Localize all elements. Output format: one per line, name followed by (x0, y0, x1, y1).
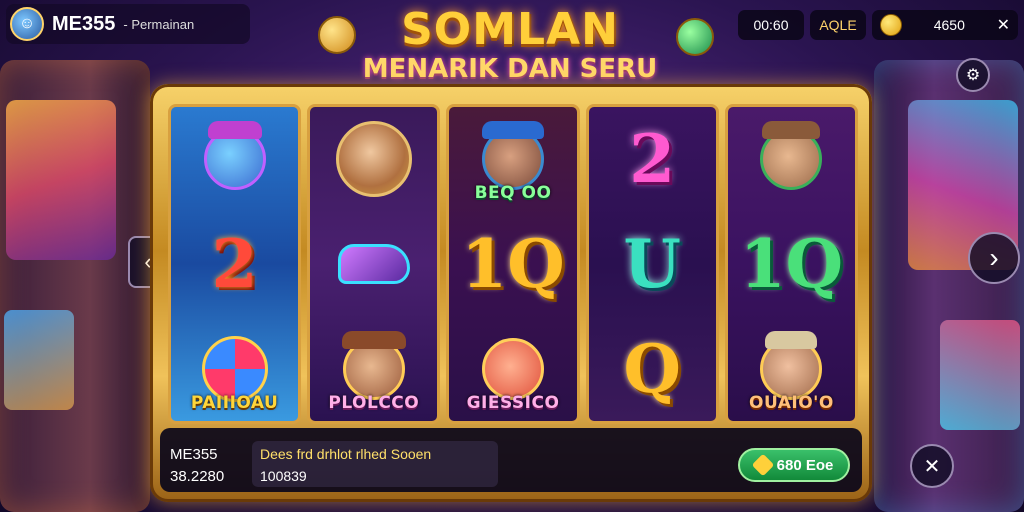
reel-grid: 2 PAIIIOAU PLOLCCO BEQ OO 1Q GIESSICO 2 … (168, 104, 859, 424)
game-tagline: MENARIK DAN SERU (362, 54, 658, 84)
reel-4: 2 U Q (585, 104, 719, 424)
level-badge: AQLE (810, 10, 866, 40)
game-id: ME355 (170, 446, 218, 463)
arcade-cabinet-left (0, 60, 150, 512)
fox-icon (482, 337, 544, 400)
next-button[interactable]: › (968, 232, 1020, 284)
symbol-glyph: 2 (211, 224, 258, 303)
symbol-adventurer: PLOLCCO (326, 321, 422, 417)
timer-display: 00:60 (738, 10, 804, 40)
symbol-glyph: 2 (629, 120, 676, 199)
balance-value: 4650 (933, 17, 965, 33)
arcade-screen (4, 310, 74, 410)
hat-icon (762, 121, 821, 140)
arcade-cabinet-right (874, 60, 1024, 512)
brand-title: ME355 (52, 12, 116, 35)
hat-icon (207, 121, 262, 140)
symbol-glyph: 1Q (739, 224, 844, 303)
avatar[interactable]: ☺ (10, 7, 44, 41)
hat-icon (765, 330, 818, 349)
game-title: SOMLAN (401, 4, 619, 55)
symbol-joker-cat (187, 111, 283, 207)
gem-decoration-icon (676, 18, 714, 56)
game-title-block: SOMLAN MENARIK DAN SERU (350, 4, 670, 84)
symbol-1q: 1Q (740, 216, 843, 312)
symbol-glyph: U (623, 224, 681, 303)
symbol-2: 2 (604, 111, 700, 207)
symbol-boot (326, 216, 422, 312)
reel-5: 1Q OUAIO'O (724, 104, 859, 424)
symbol-label: GIESSICO (466, 392, 560, 413)
symbol-woman: OUAIO'O (743, 321, 839, 417)
symbol-label: PLOLCCO (328, 392, 420, 413)
close-button[interactable]: ✕ (910, 444, 954, 488)
symbol-glyph: 1Q (461, 224, 565, 303)
symbol-q: Q (604, 321, 700, 417)
coin-icon (880, 14, 902, 36)
hat-icon (341, 330, 406, 349)
hat-icon (482, 121, 544, 140)
settings-button[interactable]: ⚙ (956, 58, 990, 92)
play-button-label: 680 Eoe (776, 456, 834, 474)
portrait-icon (335, 121, 412, 198)
gem-icon (751, 453, 774, 477)
close-icon: ✕ (923, 455, 941, 478)
settings-icon: ⚙ (965, 67, 981, 84)
close-icon[interactable]: ✕ (997, 15, 1010, 35)
arcade-screen (6, 100, 116, 260)
arcade-screen (940, 320, 1020, 430)
message-amount: 100839 (260, 468, 307, 484)
message-text: Dees frd drhlot rlhed Sooen (260, 446, 432, 462)
symbol-explorer (743, 111, 839, 207)
symbol-label: BEQ OO (474, 183, 552, 204)
brand-subtitle: - Permainan (123, 16, 195, 32)
symbol-label: OUAIO'O (748, 392, 834, 413)
symbol-gold-portrait (326, 111, 422, 207)
game-value: 38.2280 (170, 468, 225, 485)
symbol-pirate: BEQ OO (465, 111, 561, 207)
boot-icon (337, 243, 410, 284)
chevron-right-icon: › (989, 242, 999, 273)
reel-2: PLOLCCO (307, 104, 441, 424)
play-button[interactable]: 680 Eoe (738, 448, 850, 482)
symbol-fox: GIESSICO (465, 321, 561, 417)
reel-3: BEQ OO 1Q GIESSICO (446, 104, 580, 424)
reel-1: 2 PAIIIOAU (168, 104, 302, 424)
symbol-glyph: Q (623, 329, 681, 408)
brand-header: ☺ ME355 - Permainan (6, 4, 250, 44)
symbol-2: 2 (187, 216, 283, 312)
symbol-u: U (604, 216, 700, 312)
balance-display: 4650 ✕ (872, 10, 1018, 40)
symbol-1q: 1Q (461, 216, 564, 312)
symbol-ball: PAIIIOAU (187, 321, 283, 417)
symbol-label: PAIIIOAU (190, 392, 279, 413)
